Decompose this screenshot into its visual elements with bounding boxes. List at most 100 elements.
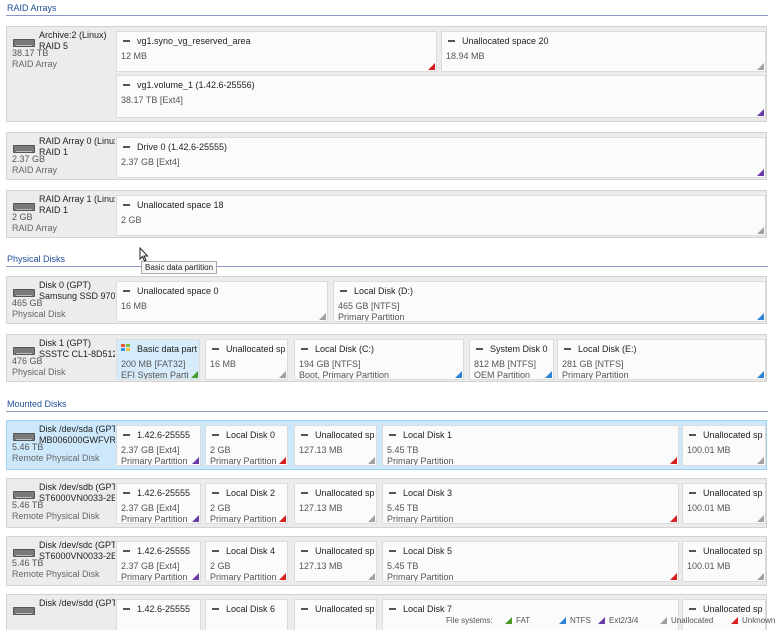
- partition-tile[interactable]: vg1.syno_vg_reserved_area 12 MB: [116, 31, 437, 72]
- partition-tile[interactable]: Unallocated spac 127.13 MB: [294, 483, 377, 524]
- partition-tile[interactable]: 1.42.6-25555 2.37 GB [Ext4] Primary Partit…: [116, 483, 201, 524]
- partition-size: 2 GB: [210, 503, 231, 513]
- partition-type: OEM Partition: [474, 370, 531, 380]
- disk-info[interactable]: Disk /dev/sdd (GPT): [7, 595, 115, 630]
- section-title: RAID Arrays: [7, 3, 57, 13]
- disk-size: 5.46 TB: [12, 558, 44, 568]
- partition-tile[interactable]: Local Disk 2 2 GB Primary Partition: [205, 483, 288, 524]
- partition-tile[interactable]: Unallocated spac 127.13 MB: [294, 541, 377, 582]
- partition-tile[interactable]: Unallocated spac: [294, 599, 377, 630]
- filesystem-unknown-marker: [670, 457, 677, 464]
- partition-tile[interactable]: Local Disk 7: [382, 599, 679, 630]
- hard-disk-icon: [13, 203, 35, 211]
- partition-title: Local Disk (D:): [354, 286, 414, 296]
- disk-name-line1: Disk 0 (GPT): [39, 280, 92, 290]
- section-divider: [6, 15, 768, 16]
- partition-title: vg1.volume_1 (1.42.6-25556): [137, 80, 255, 90]
- partition-tile[interactable]: Local Disk (E:) 281 GB [NTFS] Primary Part…: [557, 339, 766, 380]
- disk-type: RAID Array: [12, 165, 58, 175]
- partition-tile[interactable]: Unallocated spac 100.01 MB: [682, 541, 766, 582]
- partition-icon: [123, 290, 130, 292]
- partition-icon: [389, 492, 396, 494]
- partition-icon: [301, 434, 308, 436]
- section-title: Mounted Disks: [7, 399, 67, 409]
- legend-label: File systems:: [446, 616, 493, 625]
- disk-name: Disk 0 (GPT)Samsung SSD 970 E: [39, 280, 115, 302]
- partition-icon: [212, 550, 219, 552]
- partition-icon: [389, 608, 396, 610]
- partition-tile[interactable]: Unallocated spac: [682, 599, 766, 630]
- partition-tile[interactable]: vg1.volume_1 (1.42.6-25556) 38.17 TB [Ext…: [116, 75, 766, 118]
- partition-tile[interactable]: Local Disk 1 5.45 TB Primary Partition: [382, 425, 679, 466]
- partition-icon: [301, 348, 308, 350]
- partition-tile[interactable]: 1.42.6-25555: [116, 599, 201, 630]
- filesystem-unknown-marker: [279, 457, 286, 464]
- legend-item-label: Unknown: [742, 616, 776, 625]
- partition-tile[interactable]: Unallocated spac 127.13 MB: [294, 425, 377, 466]
- partition-tile[interactable]: Basic data partiti 200 MB [FAT32] EFI Syst…: [116, 339, 200, 380]
- partition-tile[interactable]: 1.42.6-25555 2.37 GB [Ext4] Primary Partit…: [116, 541, 201, 582]
- partition-tile[interactable]: 1.42.6-25555 2.37 GB [Ext4] Primary Partit…: [116, 425, 201, 466]
- partition-type: Primary Partition: [210, 456, 277, 466]
- partition-type: Primary Partition: [121, 514, 188, 524]
- partition-tile[interactable]: Local Disk 6: [205, 599, 288, 630]
- partition-tile[interactable]: Local Disk 4 2 GB Primary Partition: [205, 541, 288, 582]
- disk-info[interactable]: Disk /dev/sda (GPT) MB006000GWFVR 5.46 TB R…: [7, 421, 115, 469]
- disk-info[interactable]: Disk 1 (GPT) SSSTC CL1-8D512-I 476 GB Physi…: [7, 335, 115, 381]
- partition-title: Unallocated space 0: [137, 286, 219, 296]
- disk-row-raid0[interactable]: RAID Array 0 (Linux) RAID 1 2.37 GB RAID Ar…: [6, 132, 767, 180]
- partition-tile[interactable]: Unallocated spac 100.01 MB: [682, 483, 766, 524]
- disk-row-archive[interactable]: Archive:2 (Linux) RAID 5 38.17 TB RAID Arra…: [6, 26, 767, 122]
- disk-info[interactable]: RAID Array 1 (Linux) RAID 1 2 GB RAID Array: [7, 191, 115, 237]
- partition-title: 1.42.6-25555: [137, 430, 191, 440]
- partition-size: 18.94 MB: [446, 51, 485, 61]
- disk-row-sdc[interactable]: Disk /dev/sdc (GPT) ST6000VN0033-2EE 5.46 …: [6, 536, 767, 586]
- disk-name: Disk /dev/sdd (GPT): [39, 598, 115, 609]
- legend-unknown-marker: [731, 617, 738, 624]
- partition-icon: [340, 290, 347, 292]
- partition-tile[interactable]: Drive 0 (1.42.6-25555) 2.37 GB [Ext4]: [116, 137, 766, 178]
- partition-type: EFI System Partition: [121, 370, 189, 380]
- disk-row-raid1[interactable]: RAID Array 1 (Linux) RAID 12 GB RAID Array…: [6, 190, 767, 238]
- disk-row-sdd[interactable]: Disk /dev/sdd (GPT) 1.42.6-25555 Local Dis…: [6, 594, 767, 630]
- partition-title: Unallocated spac: [315, 488, 374, 498]
- partition-icon: [389, 550, 396, 552]
- disk-row-disk1[interactable]: Disk 1 (GPT) SSSTC CL1-8D512-I 476 GB Physi…: [6, 334, 767, 382]
- partition-tile[interactable]: Unallocated spac 16 MB: [205, 339, 288, 380]
- partition-size: 2.37 GB [Ext4]: [121, 561, 180, 571]
- section-header-mounted: Mounted Disks: [0, 398, 776, 412]
- partition-title: Unallocated spac: [703, 546, 763, 556]
- disk-info[interactable]: Archive:2 (Linux) RAID 5 38.17 TB RAID Arra…: [7, 27, 115, 121]
- partition-size: 200 MB [FAT32]: [121, 359, 186, 369]
- legend-unallocated-marker: [660, 617, 667, 624]
- partition-tile[interactable]: Unallocated space 20 18.94 MB: [441, 31, 766, 72]
- disk-type: Remote Physical Disk: [12, 511, 100, 521]
- disk-name-line2: Samsung SSD 970 E: [39, 291, 115, 301]
- partition-tile[interactable]: Local Disk (D:) 465 GB [NTFS] Primary Part…: [333, 281, 766, 322]
- disk-name-line2: RAID 1: [39, 205, 69, 215]
- disk-info[interactable]: Disk /dev/sdb (GPT) ST6000VN0033-2EE 5.46 …: [7, 479, 115, 527]
- filesystem-unknown-marker: [279, 515, 286, 522]
- disk-name-line2: ST6000VN0033-2EE: [39, 551, 115, 561]
- disk-row-sda[interactable]: Disk /dev/sda (GPT) MB006000GWFVR 5.46 TB R…: [6, 420, 767, 470]
- partition-tile[interactable]: Local Disk 5 5.45 TB Primary Partition: [382, 541, 679, 582]
- partition-size: 2 GB: [210, 445, 231, 455]
- disk-name-line1: Archive:2 (Linux): [39, 30, 107, 40]
- disk-info[interactable]: RAID Array 0 (Linux) RAID 1 2.37 GB RAID Ar…: [7, 133, 115, 179]
- partition-tile[interactable]: Local Disk 3 5.45 TB Primary Partition: [382, 483, 679, 524]
- partition-tile[interactable]: Unallocated space 0 16 MB: [116, 281, 328, 322]
- disk-type: Physical Disk: [12, 309, 66, 319]
- partition-tile[interactable]: System Disk 0 812 MB [NTFS] OEM Partition: [469, 339, 554, 380]
- disk-row-sdb[interactable]: Disk /dev/sdb (GPT) ST6000VN0033-2EE 5.46 …: [6, 478, 767, 528]
- partition-tile[interactable]: Local Disk (C:) 194 GB [NTFS] Boot, Primar…: [294, 339, 464, 380]
- hard-disk-icon: [13, 145, 35, 153]
- partition-tile[interactable]: Unallocated space 18 2 GB: [116, 195, 766, 236]
- partition-title: Local Disk 7: [403, 604, 453, 614]
- partition-tile[interactable]: Unallocated spac 100.01 MB: [682, 425, 766, 466]
- disk-size: 5.46 TB: [12, 442, 44, 452]
- disk-row-disk0[interactable]: Disk 0 (GPT)Samsung SSD 970 E465 GBPhysi…: [6, 276, 767, 324]
- partition-tile[interactable]: Local Disk 0 2 GB Primary Partition: [205, 425, 288, 466]
- partition-icon: [689, 550, 696, 552]
- disk-info[interactable]: Disk 0 (GPT)Samsung SSD 970 E465 GBPhysi…: [7, 277, 115, 323]
- disk-info[interactable]: Disk /dev/sdc (GPT) ST6000VN0033-2EE 5.46 …: [7, 537, 115, 585]
